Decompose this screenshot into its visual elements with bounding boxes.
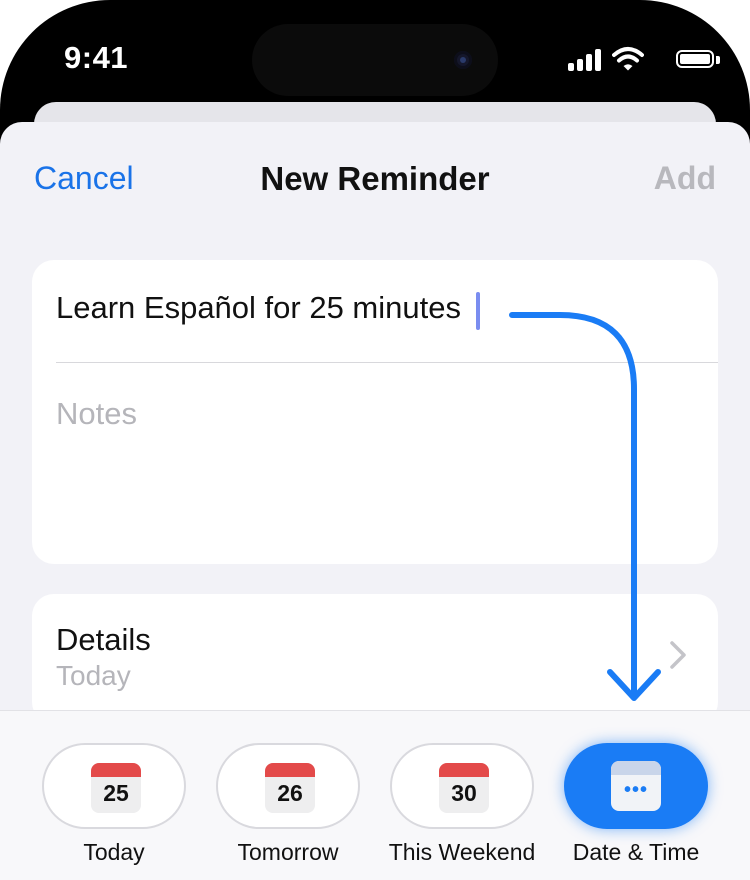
today-button[interactable]: 25 xyxy=(42,743,186,829)
tomorrow-button[interactable]: 26 xyxy=(216,743,360,829)
phone-frame: 9:41 New Reminder Cancel Add Learn Españ… xyxy=(0,0,750,880)
status-bar: 9:41 xyxy=(0,0,750,110)
wifi-icon xyxy=(612,47,644,71)
date-and-time-label: Date & Time xyxy=(572,839,700,865)
calendar-day: 30 xyxy=(451,780,477,806)
quick-date-bar: 25 Today 26 Tomorrow 30 This Weekend •••… xyxy=(0,710,750,880)
calendar-icon: 25 xyxy=(91,763,141,813)
cancel-button[interactable]: Cancel xyxy=(34,160,134,197)
this-weekend-button[interactable]: 30 xyxy=(390,743,534,829)
details-value: Today xyxy=(56,660,131,691)
calendar-icon: 26 xyxy=(265,763,315,813)
divider xyxy=(56,362,718,363)
camera-icon xyxy=(454,51,472,69)
details-label: Details xyxy=(56,622,151,657)
nav-bar: New Reminder Cancel Add xyxy=(0,122,750,232)
date-and-time-button[interactable]: ••• xyxy=(564,743,708,829)
calendar-day: 25 xyxy=(103,780,129,806)
calendar-day: 26 xyxy=(277,780,303,806)
battery-cap xyxy=(716,56,720,64)
battery-icon xyxy=(676,50,714,68)
system-icons xyxy=(550,46,720,76)
text-caret xyxy=(476,292,480,330)
tomorrow-label: Tomorrow xyxy=(237,839,339,865)
more-dots: ••• xyxy=(623,779,648,801)
cellular-signal-icon xyxy=(568,49,602,71)
notes-field[interactable]: Notes xyxy=(56,396,137,432)
details-row[interactable]: Details Today xyxy=(32,594,718,724)
reminder-card: Learn Español for 25 minutes Notes xyxy=(32,260,718,564)
add-button[interactable]: Add xyxy=(654,160,716,197)
reminder-title-input[interactable]: Learn Español for 25 minutes xyxy=(56,290,461,326)
today-label: Today xyxy=(83,839,145,865)
dynamic-island xyxy=(252,24,498,96)
calendar-more-icon: ••• xyxy=(611,761,661,811)
this-weekend-label: This Weekend xyxy=(388,839,536,865)
status-time: 9:41 xyxy=(64,40,129,75)
chevron-right-icon xyxy=(670,641,686,669)
calendar-icon: 30 xyxy=(439,763,489,813)
